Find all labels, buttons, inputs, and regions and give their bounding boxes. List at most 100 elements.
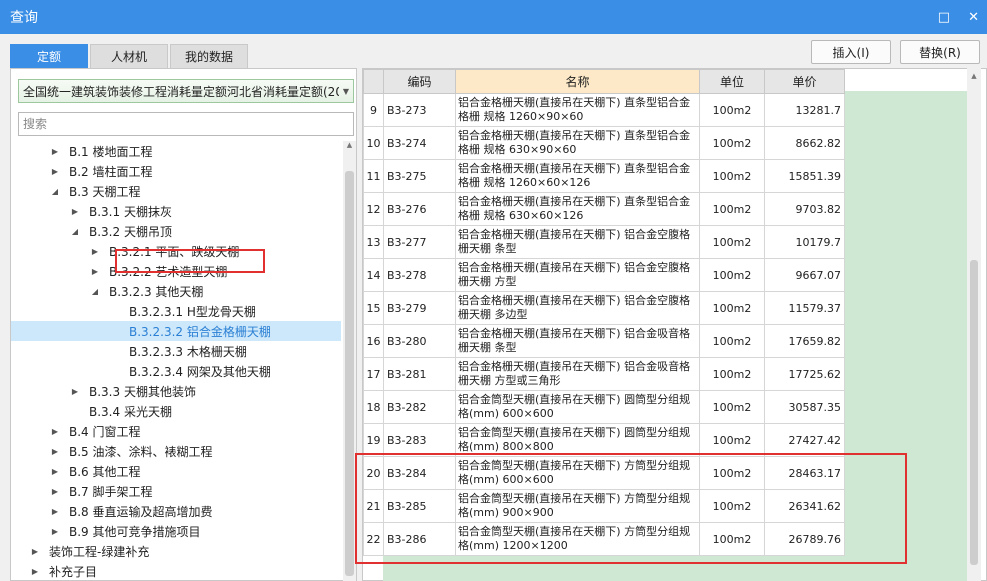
tree-node[interactable]: B.3.2.3.1 H型龙骨天棚 [11,301,341,321]
expand-icon[interactable]: ▶ [49,467,61,476]
tree-node[interactable]: ◢ B.3.2 天棚吊顶 [11,221,341,241]
table-scroll-thumb[interactable] [970,260,978,565]
table-row[interactable]: 10 B3-274 铝合金格栅天棚(直接吊在天棚下) 直条型铝合金格栅 规格 630… [363,126,845,160]
search-input[interactable] [18,112,354,136]
header-name[interactable]: 名称 [455,69,700,94]
tree-node-label: B.3.2.3.3 木格栅天棚 [129,344,247,359]
tree-scrollbar[interactable]: ▲ [343,141,356,581]
code-cell: B3-284 [383,456,456,490]
table-row[interactable]: 21 B3-285 铝合金筒型天棚(直接吊在天棚下) 方筒型分组规格(mm) 900… [363,489,845,523]
tree-node[interactable]: ▶ B.5 油漆、涂料、裱糊工程 [11,441,341,461]
expand-icon[interactable]: ▶ [89,247,101,256]
tree-node[interactable]: ▶ B.8 垂直运输及超高增加费 [11,501,341,521]
price-cell: 17659.82 [764,324,845,358]
tree-node[interactable]: ▶ B.3.3 天棚其他装饰 [11,381,341,401]
header-code[interactable]: 编码 [383,69,456,94]
dropdown-arrow-icon[interactable]: ▼ [339,87,353,96]
tree-node-label: B.3.2.3.2 铝合金格栅天棚 [129,324,271,339]
tree-node[interactable]: ▶ B.4 门窗工程 [11,421,341,441]
code-cell: B3-282 [383,390,456,424]
tree-node[interactable]: ▶ B.1 楼地面工程 [11,141,341,161]
tree-node[interactable]: ▶ B.3.2.2 艺术造型天棚 [11,261,341,281]
expand-icon[interactable]: ▶ [49,147,61,156]
table-row[interactable]: 17 B3-281 铝合金格栅天棚(直接吊在天棚下) 铝合金吸音格栅天棚 方型或三角… [363,357,845,391]
tree-node-label: B.3.2.1 平面、跌级天棚 [109,244,240,259]
collapse-icon[interactable]: ◢ [69,227,81,236]
expand-icon[interactable]: ▶ [49,507,61,516]
expand-icon[interactable]: ▶ [49,527,61,536]
unit-cell: 100m2 [699,489,765,523]
table-scrollbar[interactable]: ▲ [967,68,981,581]
collapse-icon[interactable]: ◢ [49,187,61,196]
header-unit[interactable]: 单位 [699,69,765,94]
scroll-up-icon[interactable]: ▲ [967,72,981,80]
price-cell: 26789.76 [764,522,845,556]
unit-cell: 100m2 [699,291,765,325]
expand-icon[interactable]: ▶ [49,487,61,496]
table-row[interactable]: 16 B3-280 铝合金格栅天棚(直接吊在天棚下) 铝合金吸音格栅天棚 条型 100… [363,324,845,358]
table-row[interactable]: 9 B3-273 铝合金格栅天棚(直接吊在天棚下) 直条型铝合金格栅 规格 1260… [363,93,845,127]
tree-node[interactable]: B.3.2.3.3 木格栅天棚 [11,341,341,361]
tree-node[interactable]: B.3.4 采光天棚 [11,401,341,421]
expand-icon[interactable]: ▶ [29,567,41,576]
tree-node[interactable]: ▶ B.3.1 天棚抹灰 [11,201,341,221]
close-icon[interactable]: ✕ [968,11,979,24]
scroll-up-icon[interactable]: ▲ [343,141,356,155]
expand-icon[interactable]: ▶ [69,387,81,396]
table-row[interactable]: 12 B3-276 铝合金格栅天棚(直接吊在天棚下) 直条型铝合金格栅 规格 630… [363,192,845,226]
table-row[interactable]: 18 B3-282 铝合金筒型天棚(直接吊在天棚下) 圆筒型分组规格(mm) 600… [363,390,845,424]
restore-icon[interactable]: □ [938,11,950,24]
row-number: 13 [363,225,384,259]
table-row[interactable]: 20 B3-284 铝合金筒型天棚(直接吊在天棚下) 方筒型分组规格(mm) 600… [363,456,845,490]
expand-icon[interactable]: ▶ [69,207,81,216]
tree-node-label: B.3.2.2 艺术造型天棚 [109,264,228,279]
tree-node[interactable]: ▶ 装饰工程-绿建补充 [11,541,341,561]
code-cell: B3-275 [383,159,456,193]
unit-cell: 100m2 [699,258,765,292]
tree-scroll-thumb[interactable] [345,171,354,576]
tree-node[interactable]: ▶ B.9 其他可竞争措施项目 [11,521,341,541]
tree-node[interactable]: ▶ B.6 其他工程 [11,461,341,481]
tree-node-label: B.3.2.3 其他天棚 [109,284,204,299]
table-row[interactable]: 13 B3-277 铝合金格栅天棚(直接吊在天棚下) 铝合金空腹格栅天棚 条型 100… [363,225,845,259]
tree-node[interactable]: ▶ 补充子目 [11,561,341,581]
name-cell: 铝合金筒型天棚(直接吊在天棚下) 方筒型分组规格(mm) 900×900 [455,489,700,523]
tab-quota[interactable]: 定额 [10,44,88,68]
row-number: 21 [363,489,384,523]
unit-cell: 100m2 [699,357,765,391]
price-cell: 15851.39 [764,159,845,193]
insert-button[interactable]: 插入(I) [811,40,891,64]
expand-icon[interactable]: ▶ [89,267,101,276]
unit-cell: 100m2 [699,93,765,127]
tab-my-data[interactable]: 我的数据 [170,44,248,68]
table-row[interactable]: 15 B3-279 铝合金格栅天棚(直接吊在天棚下) 铝合金空腹格栅天棚 多边型 10… [363,291,845,325]
tree-node[interactable]: B.3.2.3.2 铝合金格栅天棚 [11,321,341,341]
code-cell: B3-286 [383,522,456,556]
tab-labor-material[interactable]: 人材机 [90,44,168,68]
table-row[interactable]: 14 B3-278 铝合金格栅天棚(直接吊在天棚下) 铝合金空腹格栅天棚 方型 100… [363,258,845,292]
expand-icon[interactable]: ▶ [49,427,61,436]
quota-library-select[interactable]: 全国统一建筑装饰装修工程消耗量定额河北省消耗量定额(2012) ▼ [18,79,354,103]
table-row[interactable]: 19 B3-283 铝合金筒型天棚(直接吊在天棚下) 圆筒型分组规格(mm) 800… [363,423,845,457]
tree-node[interactable]: ▶ B.3.2.1 平面、跌级天棚 [11,241,341,261]
expand-icon[interactable]: ▶ [49,447,61,456]
tree-node[interactable]: ▶ B.2 墙柱面工程 [11,161,341,181]
tree-node[interactable]: B.3.2.3.4 网架及其他天棚 [11,361,341,381]
price-cell: 9703.82 [764,192,845,226]
header-price[interactable]: 单价 [764,69,845,94]
unit-cell: 100m2 [699,390,765,424]
table-row[interactable]: 22 B3-286 铝合金筒型天棚(直接吊在天棚下) 方筒型分组规格(mm) 120… [363,522,845,556]
collapse-icon[interactable]: ◢ [89,287,101,296]
expand-icon[interactable]: ▶ [29,547,41,556]
tree-node-label: B.3.3 天棚其他装饰 [89,384,196,399]
replace-button[interactable]: 替换(R) [900,40,980,64]
tree-node[interactable]: ▶ B.7 脚手架工程 [11,481,341,501]
expand-icon[interactable]: ▶ [49,167,61,176]
tree-node-label: B.9 其他可竞争措施项目 [69,524,201,539]
price-cell: 10179.7 [764,225,845,259]
table-row[interactable]: 11 B3-275 铝合金格栅天棚(直接吊在天棚下) 直条型铝合金格栅 规格 126… [363,159,845,193]
tree-node[interactable]: ◢ B.3 天棚工程 [11,181,341,201]
tree-node-label: B.3.1 天棚抹灰 [89,204,172,219]
tree-node-label: B.7 脚手架工程 [69,484,153,499]
tree-node[interactable]: ◢ B.3.2.3 其他天棚 [11,281,341,301]
